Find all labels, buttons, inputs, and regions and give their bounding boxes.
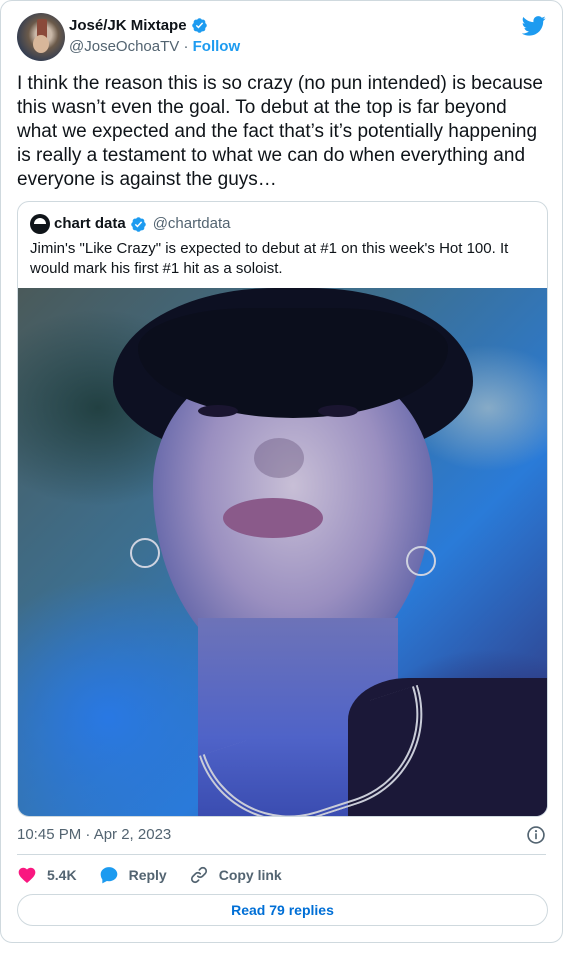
- tweet-text: I think the reason this is so crazy (no …: [17, 73, 543, 190]
- quoted-tweet-header: chart data @chartdata: [30, 214, 230, 234]
- twitter-bird-icon[interactable]: [522, 15, 546, 37]
- like-count: 5.4K: [47, 867, 77, 883]
- quoted-tweet-photo[interactable]: [18, 288, 547, 816]
- author-name-row: José/JK Mixtape: [69, 16, 240, 35]
- author-names: José/JK Mixtape @JoseOchoaTV · Follow: [69, 16, 240, 57]
- author-handle[interactable]: @JoseOchoaTV: [69, 38, 179, 55]
- photo-eye-right: [318, 405, 358, 417]
- reply-label: Reply: [128, 867, 167, 883]
- author-handle-line: @JoseOchoaTV · Follow: [69, 37, 240, 57]
- tweet-header: José/JK Mixtape @JoseOchoaTV · Follow: [17, 13, 546, 61]
- follow-link[interactable]: Follow: [193, 38, 241, 55]
- photo-eye-left: [198, 405, 238, 417]
- handle-separator: ·: [183, 38, 189, 55]
- photo-lips-shape: [223, 498, 323, 538]
- tweet-actions: 5.4K Reply Copy link: [17, 863, 304, 887]
- author-display-name[interactable]: José/JK Mixtape: [69, 16, 187, 35]
- quoted-author-name: chart data: [54, 215, 126, 232]
- like-button[interactable]: 5.4K: [17, 865, 77, 885]
- heart-icon: [18, 867, 36, 883]
- avatar-face-shape: [33, 35, 49, 53]
- quoted-tweet-text: Jimin's "Like Crazy" is expected to debu…: [30, 240, 509, 277]
- info-icon[interactable]: [526, 825, 546, 845]
- author-avatar[interactable]: [17, 13, 65, 61]
- divider: [17, 854, 546, 855]
- verified-badge-icon: [191, 18, 207, 33]
- reply-bubble-icon: [100, 867, 117, 884]
- link-icon: [190, 866, 207, 884]
- tweet-embed-card: José/JK Mixtape @JoseOchoaTV · Follow I …: [0, 0, 563, 943]
- photo-nose-shape: [254, 438, 304, 478]
- copy-link-button[interactable]: Copy link: [189, 865, 282, 885]
- read-replies-button[interactable]: Read 79 replies: [17, 894, 548, 926]
- quoted-author-avatar: [30, 214, 50, 234]
- verified-badge-icon: [130, 216, 146, 232]
- copy-link-label: Copy link: [218, 867, 282, 883]
- reply-button[interactable]: Reply: [99, 865, 167, 885]
- photo-earring-right: [406, 546, 436, 576]
- quoted-author-handle: @chartdata: [152, 215, 231, 232]
- tweet-timestamp[interactable]: 10:45 PM · Apr 2, 2023: [17, 825, 171, 845]
- quoted-tweet[interactable]: chart data @chartdata Jimin's "Like Craz…: [17, 201, 548, 817]
- photo-earring-left: [130, 538, 160, 568]
